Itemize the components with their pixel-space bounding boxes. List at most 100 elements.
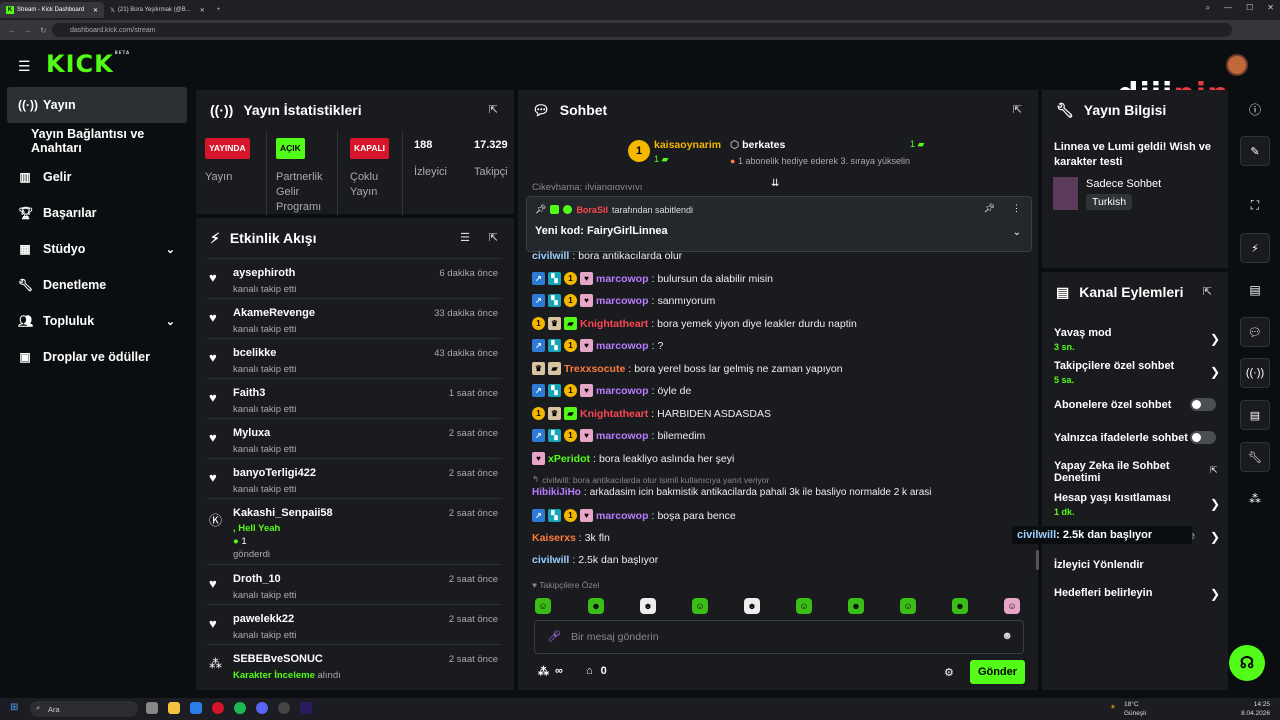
url-field[interactable]: dashboard.kick.com/stream: [52, 23, 1232, 37]
feed-username[interactable]: pawelekk22: [233, 613, 294, 625]
sidebar-item-community[interactable]: 👥︎ Topluluk ⌄: [7, 303, 187, 339]
browser-tab-x[interactable]: 𝕏 (21) Bora Yeşilırmak (@B... ✕: [104, 2, 211, 18]
scroll-down-icon[interactable]: ⇊: [771, 178, 779, 189]
emotes-only-toggle[interactable]: [1190, 431, 1216, 444]
chat-username[interactable]: marcowop: [596, 273, 649, 285]
action-ai-moderation[interactable]: Yapay Zeka ile Sohbet Denetimi: [1054, 460, 1218, 484]
chat-username[interactable]: marcowop: [596, 430, 649, 442]
action-followers-only[interactable]: Takipçilere özel sohbet 5 sa.: [1054, 360, 1218, 386]
chat-username[interactable]: civilwill: [532, 554, 569, 566]
chat-icon[interactable]: 💬︎: [1240, 317, 1270, 347]
reply-context[interactable]: ↰ civilwill: bora antikacılarda olur isim…: [532, 474, 769, 485]
weather-widget[interactable]: ☀ 18°C Güneşli: [1110, 700, 1146, 718]
info-icon[interactable]: ⓘ: [1240, 94, 1270, 124]
chat-username[interactable]: Trexxsocute: [564, 363, 625, 375]
external-link-icon[interactable]: ⇱: [1210, 465, 1218, 476]
crop-icon[interactable]: ⛶: [1240, 190, 1270, 220]
chat-message[interactable]: ♥ xPeridot: bora leakliyo aslında her şeyi: [532, 452, 734, 465]
action-raid[interactable]: İzleyici Yönlendir: [1054, 559, 1218, 571]
obs-icon[interactable]: [278, 702, 290, 714]
broadcast-icon[interactable]: ((·)): [1240, 358, 1270, 388]
clock[interactable]: 14:25 8.04.2026: [1241, 700, 1270, 718]
close-icon[interactable]: ✕: [1267, 3, 1274, 13]
emote-icon[interactable]: ☺: [692, 598, 708, 614]
taskbar-search[interactable]: ⌕ Ara: [30, 701, 138, 717]
action-slow-mode[interactable]: Yavaş mod 3 sn.: [1054, 327, 1218, 353]
popout-icon[interactable]: ⇱: [1203, 285, 1212, 298]
minimize-icon[interactable]: —: [1224, 3, 1232, 13]
more-icon[interactable]: ⋮: [1012, 203, 1021, 214]
document-icon[interactable]: ▤: [1240, 275, 1270, 305]
scrollbar[interactable]: [1036, 550, 1039, 570]
emoji-icon[interactable]: ☻: [1001, 630, 1013, 642]
feed-username[interactable]: bcelikke: [233, 347, 276, 359]
emote-icon[interactable]: ☻: [848, 598, 864, 614]
close-icon[interactable]: ✕: [93, 7, 98, 14]
sidebar-item-revenue[interactable]: ▥ Gelir: [7, 159, 187, 195]
chat-message[interactable]: 1 ♛ ▰ Knightatheart: bora yemek yiyon diye l…: [532, 317, 857, 330]
chat-username[interactable]: xPeridot: [548, 453, 590, 465]
forward-icon[interactable]: →: [24, 26, 32, 35]
close-icon[interactable]: ✕: [200, 7, 205, 14]
chat-message[interactable]: ↗ ▚ 1 ♥ marcowop: bilemedim: [532, 429, 705, 442]
feed-username[interactable]: Faith3: [233, 387, 265, 399]
chat-message[interactable]: 1 ♛ ▰ Knightatheart: HARBIDEN ASDASDAS: [532, 407, 771, 420]
chat-message[interactable]: civilwill:2.5k dan başlıyor: [532, 554, 658, 566]
discord-icon[interactable]: [256, 702, 268, 714]
pinned-by-user[interactable]: BoraSil: [576, 205, 608, 215]
chevron-right-icon[interactable]: ❯: [1210, 530, 1220, 544]
chat-username[interactable]: Kaiserxs: [532, 532, 576, 544]
channel-points[interactable]: ⁂ ∞: [538, 665, 563, 678]
chat-username[interactable]: civilwill: [532, 250, 569, 262]
menu-icon[interactable]: ☰: [18, 58, 31, 75]
emote-icon[interactable]: ☺: [900, 598, 916, 614]
feed-username[interactable]: SEBEBveSONUC: [233, 653, 323, 665]
feed-username[interactable]: aysephiroth: [233, 267, 295, 279]
maximize-icon[interactable]: ☐: [1246, 3, 1253, 13]
folder-icon[interactable]: [168, 702, 180, 714]
chat-username[interactable]: marcowop: [596, 385, 649, 397]
feed-username[interactable]: AkameRevenge: [233, 307, 315, 319]
chat-username[interactable]: marcowop: [596, 340, 649, 352]
filter-icon[interactable]: ☰: [460, 231, 470, 244]
chat-username[interactable]: Knightatheart: [580, 318, 648, 330]
store-button[interactable]: ⌂ 0: [586, 665, 607, 677]
popout-icon[interactable]: ⇱: [489, 103, 498, 116]
actions-icon[interactable]: ▤: [1240, 400, 1270, 430]
feed-username[interactable]: Droth_10: [233, 573, 281, 585]
emote-icon[interactable]: ☻: [744, 598, 760, 614]
chat-message[interactable]: ↗ ▚ 1 ♥ marcowop: boşa para bence: [532, 509, 736, 522]
sidebar-item-moderation[interactable]: 🔧︎ Denetleme: [7, 267, 187, 303]
help-button[interactable]: ☊: [1229, 645, 1265, 681]
premiere-icon[interactable]: [300, 702, 312, 714]
back-icon[interactable]: ←: [8, 26, 16, 35]
avatar[interactable]: [1226, 54, 1248, 76]
emote-icon[interactable]: ☻: [640, 598, 656, 614]
feed-username[interactable]: banyoTerligi422: [233, 467, 316, 479]
sidebar-item-achievements[interactable]: 🏆︎ Başarılar: [7, 195, 187, 231]
gifter-name[interactable]: kaisaoynarim: [654, 139, 721, 151]
feed-username[interactable]: Myluxa: [233, 427, 270, 439]
chat-message[interactable]: civilwill: bora antikacılarda olur: [532, 250, 682, 262]
chevron-right-icon[interactable]: ❯: [1210, 365, 1220, 379]
subscribers-only-toggle[interactable]: [1190, 398, 1216, 411]
chevron-right-icon[interactable]: ❯: [1210, 587, 1220, 601]
chat-message[interactable]: ↗ ▚ 1 ♥ marcowop: sanmıyorum: [532, 294, 715, 307]
windows-icon[interactable]: ⊞: [10, 702, 18, 713]
opera-icon[interactable]: [212, 702, 224, 714]
popout-icon[interactable]: ⇱: [489, 231, 498, 244]
chat-message[interactable]: ↗ ▚ 1 ♥ marcowop: öyle de: [532, 384, 691, 397]
bolt-icon[interactable]: ⚡︎: [1240, 233, 1270, 263]
sidebar-item-stream-key[interactable]: Yayın Bağlantısı ve Anahtarı: [7, 123, 187, 159]
chat-message[interactable]: Kaiserxs:3k fln: [532, 532, 610, 544]
chat-username[interactable]: marcowop: [596, 295, 649, 307]
send-button[interactable]: Gönder: [970, 660, 1025, 684]
gifter-name[interactable]: berkates: [742, 139, 785, 151]
chat-message[interactable]: ♛ ▰ Trexxsocute: bora yerel boss lar gelmiş…: [532, 362, 843, 375]
app-icon[interactable]: [190, 702, 202, 714]
sidebar-item-stream[interactable]: ((·)) Yayın: [7, 87, 187, 123]
popout-icon[interactable]: ⇱: [1013, 103, 1022, 116]
emote-icon[interactable]: ☻: [588, 598, 604, 614]
chat-message[interactable]: ↗ ▚ 1 ♥ marcowop:?: [532, 339, 663, 352]
unpin-icon[interactable]: 📌︎: [984, 203, 995, 214]
